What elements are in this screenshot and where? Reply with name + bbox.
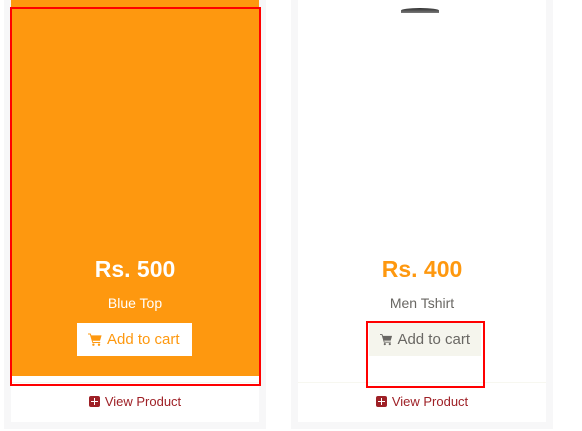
product-price: Rs. 500 xyxy=(94,256,176,282)
add-to-cart-label: Add to cart xyxy=(107,331,180,348)
product-overlay: Rs. 500 Blue Top Add to cart xyxy=(11,0,259,376)
view-product-label: View Product xyxy=(391,393,469,409)
shopping-cart-icon xyxy=(88,333,102,346)
add-to-cart-label: Add to cart xyxy=(397,331,470,348)
plus-square-icon xyxy=(88,395,100,407)
plus-square-icon xyxy=(375,395,387,407)
add-to-cart-button[interactable]: Add to cart xyxy=(77,323,192,356)
product-image-top xyxy=(401,8,439,13)
product-info: Rs. 400 Men Tshirt Add to cart xyxy=(298,0,546,376)
product-price: Rs. 400 xyxy=(381,256,463,282)
product-name: Blue Top xyxy=(107,295,163,311)
product-card: Rs. 500 Blue Top Add to cart View Produc… xyxy=(4,0,266,429)
view-product-label: View Product xyxy=(104,393,182,409)
product-image xyxy=(298,0,546,250)
product-grid: Rs. 500 Blue Top Add to cart View Produc… xyxy=(0,0,582,431)
product-footer: View Product xyxy=(298,382,546,423)
product-name: Men Tshirt xyxy=(389,295,455,311)
product-footer: View Product xyxy=(11,382,259,423)
view-product-link[interactable]: View Product xyxy=(88,393,182,409)
product-card: Rs. 400 Men Tshirt Add to cart View Prod… xyxy=(291,0,553,429)
add-to-cart-button[interactable]: Add to cart xyxy=(369,323,481,356)
shopping-cart-icon xyxy=(380,334,393,346)
view-product-link[interactable]: View Product xyxy=(375,393,469,409)
